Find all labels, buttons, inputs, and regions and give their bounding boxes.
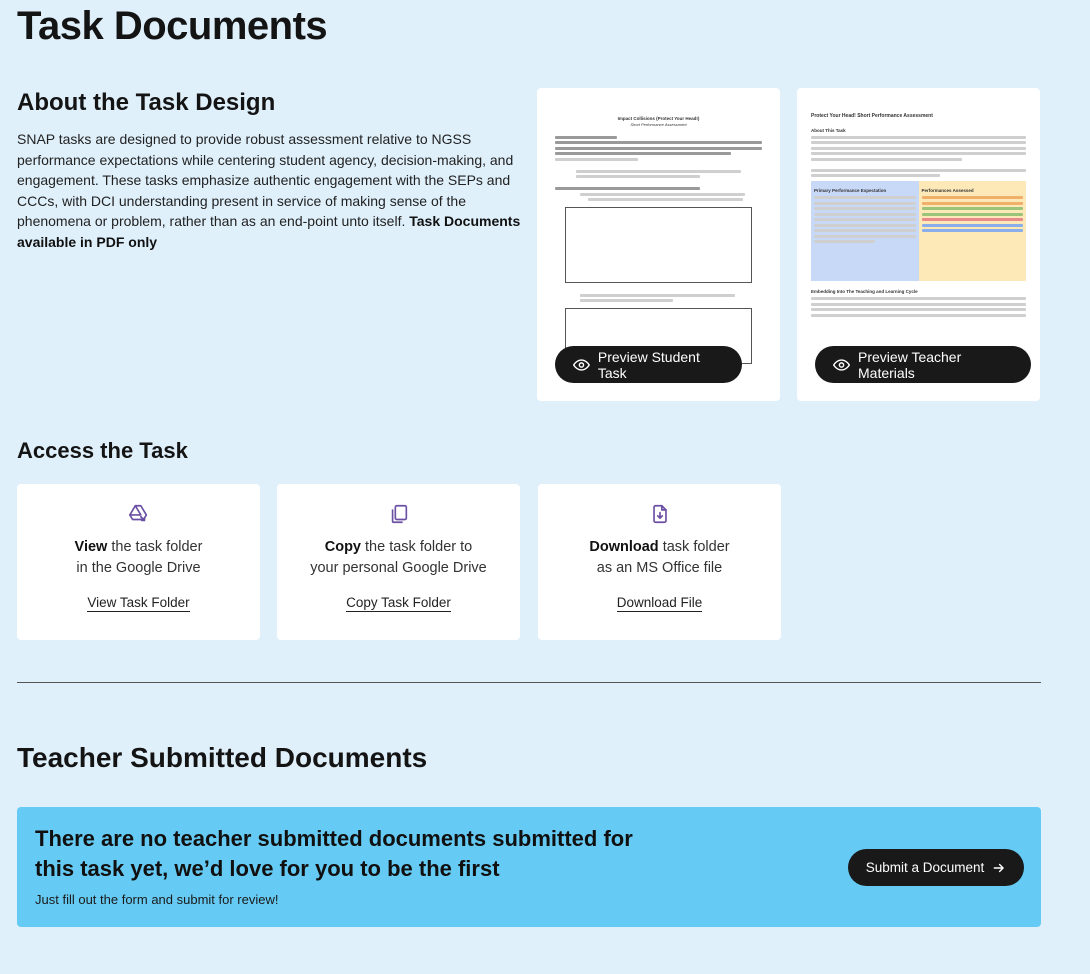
teacher-doc-heading-embedding: Embedding Into The Teaching and Learning… <box>811 289 918 294</box>
about-description: SNAP tasks are designed to provide robus… <box>17 129 522 253</box>
preview-student-task-label: Preview Student Task <box>597 348 700 381</box>
arrow-right-icon <box>993 863 1005 872</box>
view-task-line2: in the Google Drive <box>76 560 201 576</box>
copy-task-bold: Copy <box>324 539 361 555</box>
copy-icon <box>391 504 407 524</box>
download-task-line2: as an MS Office file <box>596 560 723 576</box>
section-divider <box>17 682 1041 683</box>
download-task-line1: task folder <box>658 539 730 555</box>
teacher-doc-title: Protect Your Head! Short Performance Ass… <box>811 113 933 119</box>
copy-task-description: Copy the task folder to your personal Go… <box>310 537 487 579</box>
preview-teacher-materials-label: Preview Teacher Materials <box>858 348 962 381</box>
teacher-doc-heading-about: About This Task <box>811 127 846 133</box>
download-file-link[interactable]: Download File <box>616 595 703 612</box>
access-title: Access the Task <box>17 438 188 463</box>
copy-task-card: Copy the task folder to your personal Go… <box>277 484 520 640</box>
copy-task-folder-link[interactable]: Copy Task Folder <box>346 595 451 612</box>
download-task-description: Download task folder as an MS Office fil… <box>589 537 729 579</box>
download-task-card: Download task folder as an MS Office fil… <box>538 484 781 640</box>
teacher-doc-col2-heading: Performances Assessed <box>921 188 974 193</box>
teacher-doc-col1-heading: Primary Performance Expectation <box>814 188 887 193</box>
teacher-doc-table: Primary Performance Expectation Performa… <box>811 181 1026 281</box>
preview-teacher-materials-button[interactable]: Preview Teacher Materials <box>815 346 1031 383</box>
copy-task-line2: your personal Google Drive <box>310 560 487 576</box>
no-submissions-banner: There are no teacher submitted documents… <box>17 807 1041 927</box>
google-drive-icon <box>128 504 147 522</box>
eye-icon <box>573 358 590 371</box>
view-task-line1: the task folder <box>107 539 203 555</box>
view-task-folder-link[interactable]: View Task Folder <box>87 595 190 612</box>
page-title: Task Documents <box>17 4 328 48</box>
preview-student-task-button[interactable]: Preview Student Task <box>555 346 742 383</box>
view-task-description: View the task folder in the Google Drive <box>75 537 203 579</box>
view-task-card: View the task folder in the Google Drive… <box>17 484 260 640</box>
copy-task-line1: the task folder to <box>361 539 473 555</box>
download-file-icon <box>652 504 667 524</box>
submit-document-button[interactable]: Submit a Document <box>848 849 1024 886</box>
download-task-bold: Download <box>589 539 659 555</box>
eye-icon <box>833 358 851 371</box>
about-title: About the Task Design <box>17 89 276 116</box>
banner-subtext: Just fill out the form and submit for re… <box>35 892 279 907</box>
view-task-bold: View <box>74 539 108 555</box>
banner-heading: There are no teacher submitted documents… <box>35 826 633 881</box>
submit-document-label: Submit a Document <box>865 860 985 875</box>
teacher-submitted-title: Teacher Submitted Documents <box>17 742 428 773</box>
